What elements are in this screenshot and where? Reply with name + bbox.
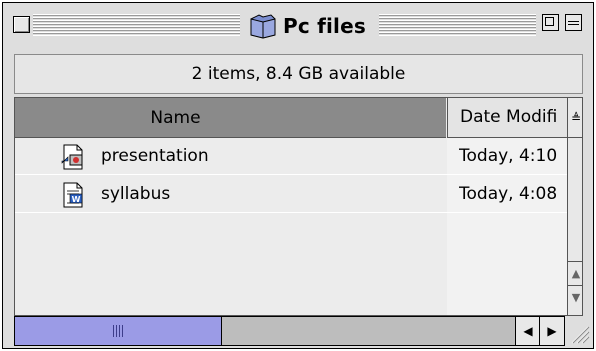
name-column-header[interactable]: Name bbox=[15, 98, 446, 138]
presentation-document-icon bbox=[61, 144, 83, 170]
title-bar[interactable]: Pc files bbox=[3, 3, 593, 50]
title-bar-stripes-right bbox=[379, 14, 536, 36]
items-available-text: 2 items, 8.4 GB available bbox=[191, 64, 406, 84]
date-modified-column-label: Date Modifi bbox=[460, 107, 558, 127]
list-item-presentation[interactable]: presentation Today, 4:10 bbox=[15, 138, 567, 175]
svg-text:W: W bbox=[72, 195, 81, 204]
list-item-syllabus[interactable]: W syllabus Today, 4:08 bbox=[15, 176, 567, 213]
file-name: presentation bbox=[101, 146, 209, 166]
word-document-icon: W bbox=[63, 182, 83, 208]
status-bar: 2 items, 8.4 GB available bbox=[14, 54, 583, 94]
horizontal-scroll-thumb[interactable] bbox=[15, 317, 222, 345]
window-title-text: Pc files bbox=[283, 14, 366, 38]
file-date: Today, 4:08 bbox=[459, 184, 558, 204]
vertical-scrollbar[interactable]: ≜ ▲ ▼ bbox=[567, 98, 582, 315]
scroll-down-button[interactable]: ▼ bbox=[568, 285, 582, 308]
horizontal-scrollbar[interactable]: ◀ ▶ bbox=[14, 316, 565, 346]
resize-grip-icon[interactable] bbox=[568, 317, 590, 345]
window-title: Pc files bbox=[243, 11, 372, 41]
finder-window: Pc files 2 items, 8.4 GB available Name … bbox=[2, 2, 594, 349]
folder-icon bbox=[250, 14, 276, 39]
collapse-button[interactable] bbox=[565, 14, 582, 31]
date-modified-column-header[interactable]: Date Modifi bbox=[447, 98, 568, 138]
zoom-button[interactable] bbox=[542, 14, 559, 31]
file-name: syllabus bbox=[101, 184, 171, 204]
title-bar-stripes-left bbox=[33, 14, 240, 36]
column-header: Name Date Modifi bbox=[15, 98, 568, 138]
file-date: Today, 4:10 bbox=[459, 146, 558, 166]
scroll-left-button[interactable]: ◀ bbox=[515, 317, 540, 345]
name-column-label: Name bbox=[150, 107, 201, 128]
close-button[interactable] bbox=[13, 16, 30, 33]
row-divider bbox=[15, 174, 567, 175]
scroll-right-button[interactable]: ▶ bbox=[539, 317, 564, 345]
grip-icon bbox=[113, 325, 123, 337]
row-divider bbox=[15, 212, 567, 213]
sort-direction-button[interactable]: ≜ bbox=[568, 98, 582, 138]
file-list: Name Date Modifi presentation Today, 4:1… bbox=[14, 97, 583, 316]
scroll-up-button[interactable]: ▲ bbox=[568, 261, 582, 284]
